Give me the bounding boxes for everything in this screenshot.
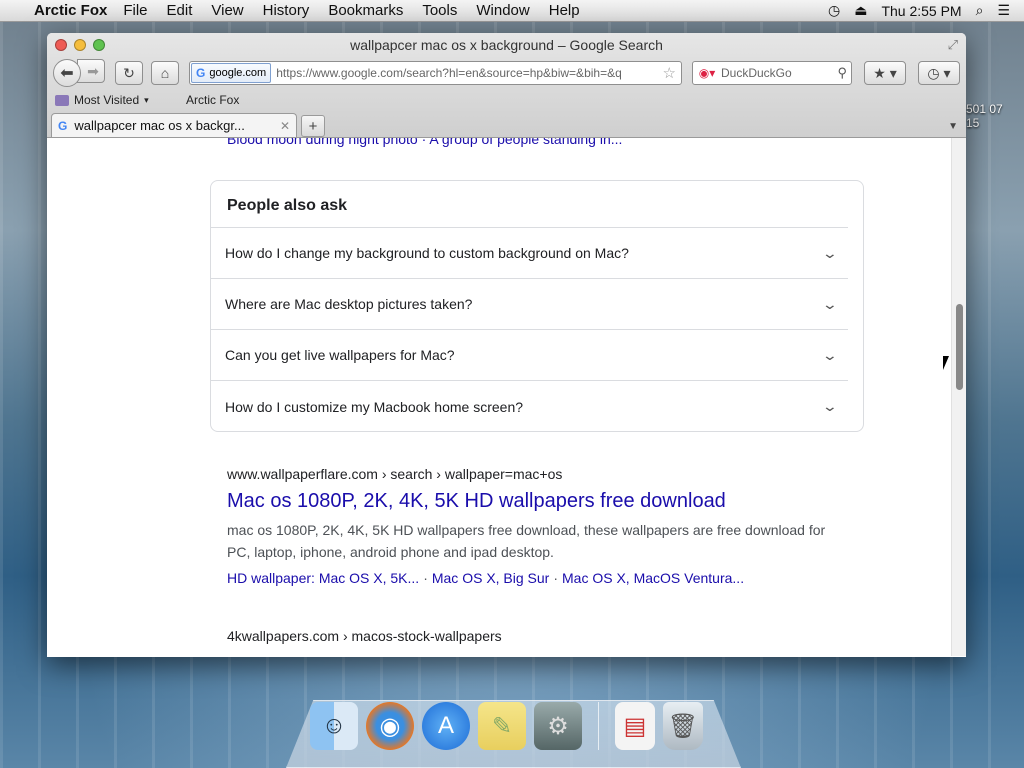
vertical-scrollbar[interactable] [951,138,966,656]
site-identity-button[interactable]: G google.com [191,63,272,83]
bookmark-arctic-fox[interactable]: Arctic Fox [186,93,239,107]
documents-stack-icon[interactable]: ▤ [615,702,655,750]
home-button[interactable]: ⌂ [151,61,179,85]
most-visited-label: Most Visited [74,93,140,107]
tab-label: wallpapcer mac os x backgr... [74,118,245,133]
paa-question-text: How do I change my background to custom … [225,245,629,261]
chevron-down-icon: ⌄ [821,244,839,261]
paa-heading: People also ask [227,197,348,214]
tab-strip: G wallpapcer mac os x backgr... ✕ + ▼ [47,111,966,137]
back-forward-group: ⬅ ➡ [53,59,105,87]
menu-file[interactable]: File [123,2,147,19]
stickies-icon[interactable]: ✎ [478,702,526,750]
paa-question-text: Where are Mac desktop pictures taken? [225,296,473,312]
menu-tools[interactable]: Tools [422,2,457,19]
spotlight-search-icon[interactable]: ⌕ [976,2,984,19]
minimize-window-button[interactable] [74,39,86,51]
new-tab-button[interactable]: + [301,115,325,137]
result-sublinks: HD wallpaper: Mac OS X, 5K... · Mac OS X, … [227,570,745,586]
close-tab-icon[interactable]: ✕ [280,119,290,133]
back-button[interactable]: ⬅ [53,59,81,87]
search-result: 4kwallpapers.com › macos-stock-wallpaper… [227,628,847,644]
arctic-fox-browser-icon[interactable]: ◉ [366,702,414,750]
close-window-button[interactable] [55,39,67,51]
time-machine-icon[interactable]: ◷ [828,2,840,19]
paa-question[interactable]: How do I change my background to custom … [211,228,848,279]
menu-help[interactable]: Help [549,2,580,19]
browser-window: wallpapcer mac os x background – Google … [47,33,966,657]
search-bar[interactable]: ◉▾ DuckDuckGo ⚲ [692,61,852,85]
menubar-clock[interactable]: Thu 2:55 PM [881,3,961,19]
result-cite[interactable]: 4kwallpapers.com › macos-stock-wallpaper… [227,628,847,644]
menu-bookmarks[interactable]: Bookmarks [328,2,403,19]
desktop-item-label-2: 15 [966,116,980,130]
sublink[interactable]: Mac OS X, Big Sur [432,570,549,586]
system-preferences-icon[interactable]: ⚙ [534,702,582,750]
chevron-down-icon: ▾ [144,94,149,105]
forward-button[interactable]: ➡ [77,59,105,83]
result-title-link[interactable]: Mac os 1080P, 2K, 4K, 5K HD wallpapers f… [227,490,847,513]
result-snippet: mac os 1080P, 2K, 4K, 5K HD wallpapers f… [227,522,826,560]
app-store-icon[interactable]: A [422,702,470,750]
paa-question[interactable]: Can you get live wallpapers for Mac? ⌄ [211,330,848,381]
title-bar: wallpapcer mac os x background – Google … [47,33,966,57]
most-visited-folder[interactable]: Most Visited ▾ [55,93,180,107]
desktop-item-label-1: 501 07 [966,102,1003,116]
finder-icon[interactable]: ☺ [310,702,358,750]
people-also-ask-box: People also ask How do I change my backg… [210,180,864,432]
menu-edit[interactable]: Edit [167,2,193,19]
folder-icon [55,94,69,106]
eject-icon[interactable]: ⏏ [854,2,867,19]
search-icon[interactable]: ⚲ [837,65,851,81]
paa-question-text: How do I customize my Macbook home scree… [225,398,524,415]
window-controls [55,39,105,51]
browser-chrome: wallpapcer mac os x background – Google … [47,33,966,138]
chevron-down-icon: ⌄ [821,295,839,312]
menu-window[interactable]: Window [476,2,529,19]
paa-question[interactable]: How do I customize my Macbook home scree… [211,381,848,432]
dock-icons: ☺ ◉ A ✎ ⚙ ▤ 🗑 [310,702,703,750]
bookmarks-menu-button[interactable]: ★ ▾ [864,61,906,85]
trash-icon[interactable]: 🗑 [663,702,703,750]
page-content: Blood moon during night photo · A group … [47,138,966,656]
tab-list-dropdown-icon[interactable]: ▼ [948,121,958,132]
search-placeholder: DuckDuckGo [721,66,792,80]
notification-list-icon[interactable]: ☰ [997,2,1010,19]
desktop-side-items: 501 07 15 [966,40,1003,130]
chevron-down-icon: ⌄ [821,346,839,363]
scrollbar-thumb[interactable] [956,304,963,390]
partial-related-links[interactable]: Blood moon during night photo · A group … [227,138,622,147]
navigation-toolbar: ⬅ ➡ ↻ ⌂ G google.com https://www.google.… [47,57,966,89]
google-favicon-icon: G [58,118,68,133]
bookmark-star-icon[interactable]: ☆ [658,64,681,82]
app-menu[interactable]: Arctic Fox [34,2,107,19]
menu-history[interactable]: History [263,2,310,19]
tab-google-search[interactable]: G wallpapcer mac os x backgr... ✕ [51,113,297,137]
window-title: wallpapcer mac os x background – Google … [350,37,663,53]
duckduckgo-engine-icon[interactable]: ◉▾ [693,66,721,80]
paa-question[interactable]: Where are Mac desktop pictures taken? ⌄ [211,279,848,330]
zoom-window-button[interactable] [93,39,105,51]
reload-button[interactable]: ↻ [115,61,143,85]
menu-view[interactable]: View [211,2,243,19]
url-text[interactable]: https://www.google.com/search?hl=en&sour… [272,66,657,80]
google-favicon-icon: G [196,66,206,80]
paa-question-text: Can you get live wallpapers for Mac? [225,347,455,363]
chevron-down-icon: ⌄ [821,398,839,414]
sublink[interactable]: Mac OS X, MacOS Ventura... [562,570,744,586]
paa-title: People also ask [211,181,848,228]
mouse-cursor-icon [943,356,955,370]
menu-bar: Arctic Fox File Edit View History Bookma… [0,0,1024,22]
sublink[interactable]: HD wallpaper: Mac OS X, 5K... [227,570,419,586]
result-cite[interactable]: www.wallpaperflare.com › search › wallpa… [227,466,847,482]
search-result: www.wallpaperflare.com › search › wallpa… [227,466,847,586]
history-menu-button[interactable]: ◷ ▾ [918,61,960,85]
site-identity-label: google.com [209,67,267,79]
bookmarks-toolbar: Most Visited ▾ Arctic Fox [47,89,966,111]
url-bar[interactable]: G google.com https://www.google.com/sear… [189,61,682,85]
fullscreen-icon[interactable]: ⤢ [948,37,958,53]
dock-separator [598,702,599,750]
